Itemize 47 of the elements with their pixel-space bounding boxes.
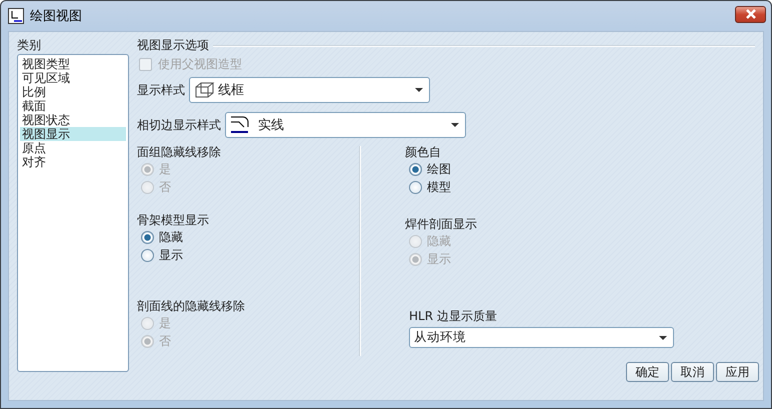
dialog-button[interactable]: 确定 <box>626 362 669 382</box>
list-item[interactable]: 截面 <box>20 99 126 113</box>
radio-label: 隐藏 <box>159 230 183 244</box>
caret-icon <box>451 123 459 127</box>
radio-label: 显示 <box>427 252 451 266</box>
caret-icon <box>659 336 667 340</box>
list-item[interactable]: 可见区域 <box>20 71 126 85</box>
section-title: 视图显示选项 <box>137 38 209 53</box>
wireframe-cube-icon <box>194 81 216 99</box>
group-title: 面组隐藏线移除 <box>137 144 222 160</box>
list-item[interactable]: 视图状态 <box>20 113 126 127</box>
radio-label: 绘图 <box>427 162 451 176</box>
radio-button[interactable] <box>409 162 422 176</box>
radio-label: 显示 <box>159 248 183 262</box>
field-label: 相切边显示样式 <box>137 118 221 132</box>
radio-label: 是 <box>159 162 171 176</box>
drawing-view-icon <box>8 8 24 24</box>
group-title: 骨架模型显示 <box>137 212 210 228</box>
radio-label: 否 <box>159 180 171 194</box>
group-title: 剖面线的隐藏线移除 <box>137 298 246 314</box>
hlr-quality-dropdown[interactable]: 从动环境 <box>409 327 674 348</box>
radio-label: 是 <box>159 316 171 330</box>
radio-button[interactable] <box>141 230 154 244</box>
close-icon <box>744 9 758 19</box>
field-label: 显示样式 <box>137 82 185 98</box>
list-item[interactable]: 视图类型 <box>20 57 126 71</box>
tangent-style-dropdown[interactable]: 实线 <box>225 112 466 138</box>
dialog-button[interactable]: 取消 <box>671 362 714 382</box>
group-title: 颜色自 <box>405 144 442 160</box>
radio-button[interactable] <box>141 248 154 262</box>
list-item[interactable]: 对齐 <box>20 155 126 169</box>
radio-label: 否 <box>159 334 171 348</box>
list-item[interactable]: 原点 <box>20 141 126 155</box>
window-title: 绘图视图 <box>30 8 82 25</box>
category-label: 类别 <box>17 38 42 53</box>
caret-icon <box>415 88 423 92</box>
checkbox-label: 使用父视图造型 <box>158 57 242 72</box>
list-item[interactable]: 视图显示 <box>20 127 126 141</box>
display-style-dropdown[interactable]: 线框 <box>189 77 430 103</box>
radio-label: 隐藏 <box>427 234 451 248</box>
group-title: 焊件剖面显示 <box>405 216 478 232</box>
close-button[interactable] <box>735 6 766 22</box>
field-label: HLR 边显示质量 <box>409 309 498 324</box>
dialog-button[interactable]: 应用 <box>716 362 759 382</box>
list-item[interactable]: 比例 <box>20 85 126 99</box>
radio-button[interactable] <box>409 180 422 194</box>
radio-label: 模型 <box>427 180 451 194</box>
